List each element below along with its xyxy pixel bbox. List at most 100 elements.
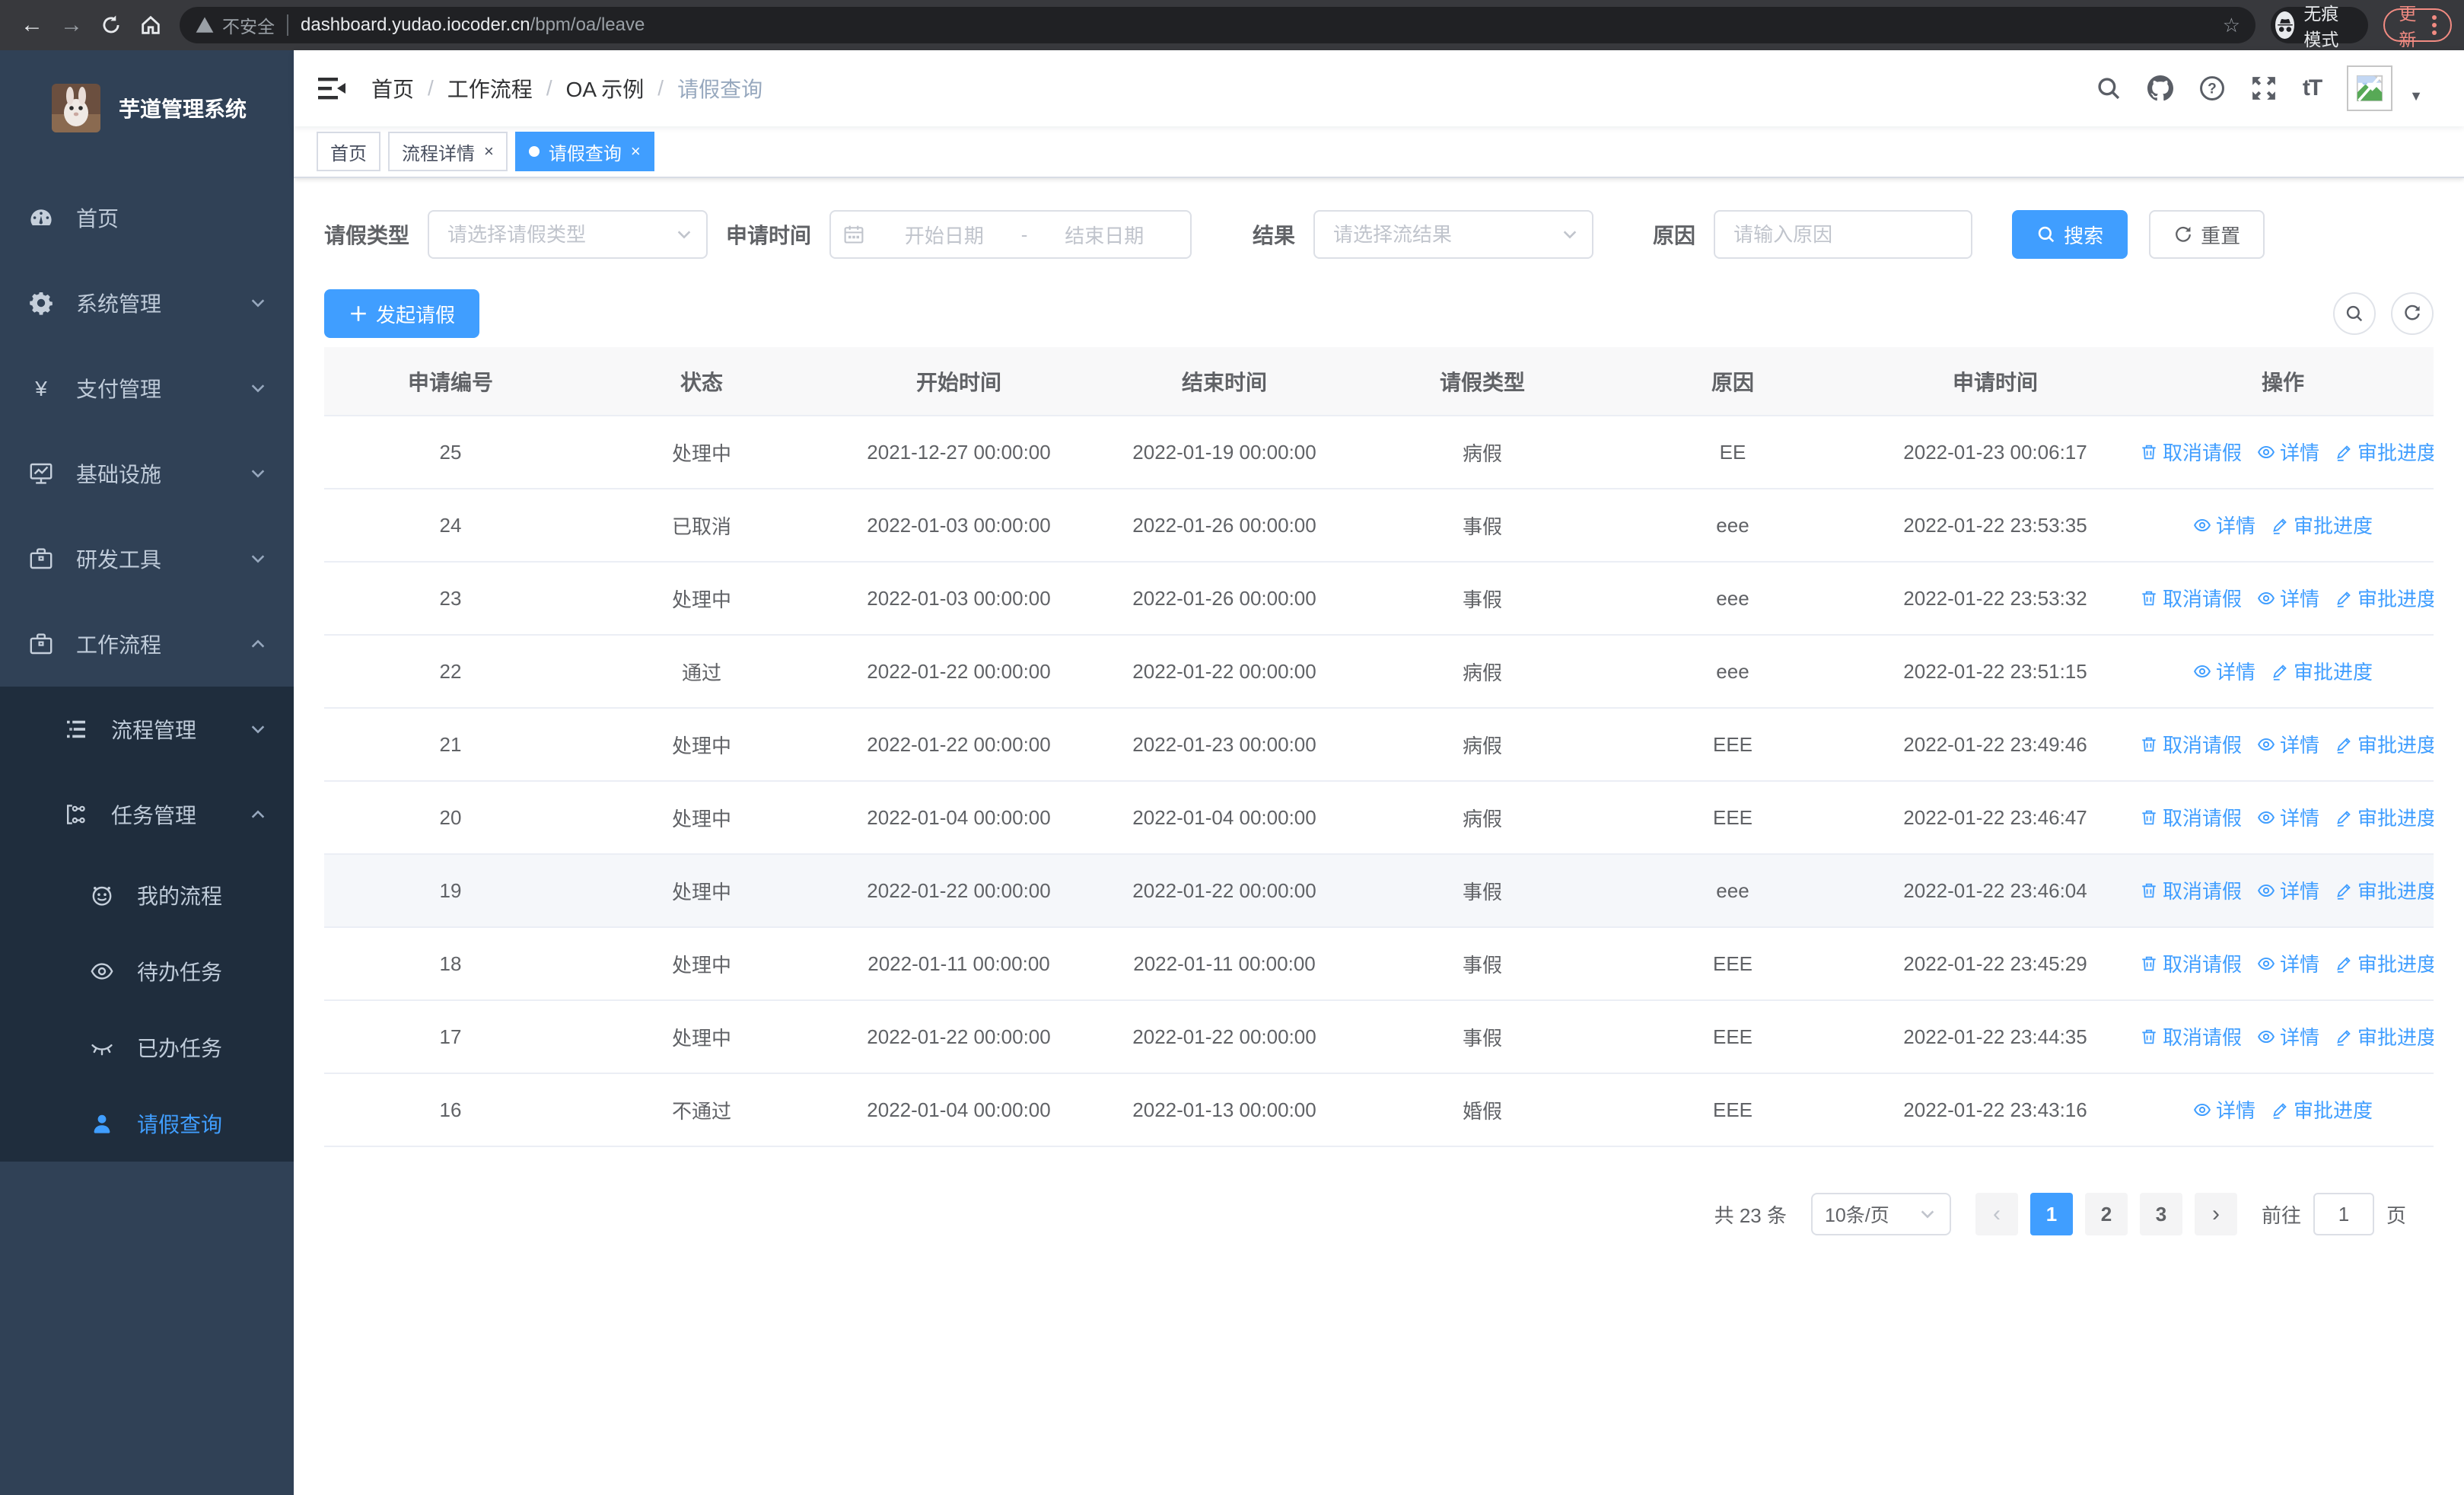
progress-link[interactable]: 审批进度 [2335, 876, 2434, 904]
cancel-leave-link[interactable]: 取消请假 [2140, 1022, 2242, 1050]
browser-back-icon[interactable]: ← [12, 5, 52, 45]
cell-start: 2022-01-04 00:00:00 [826, 781, 1091, 855]
progress-link[interactable]: 审批进度 [2335, 438, 2434, 466]
help-icon[interactable]: ? [2199, 75, 2225, 101]
progress-link[interactable]: 审批进度 [2335, 803, 2434, 831]
progress-link[interactable]: 审批进度 [2271, 1095, 2373, 1124]
leave-type-select[interactable] [428, 210, 708, 259]
detail-link[interactable]: 详情 [2257, 584, 2319, 612]
progress-link[interactable]: 审批进度 [2271, 657, 2373, 685]
progress-link[interactable]: 审批进度 [2335, 584, 2434, 612]
tab-home[interactable]: 首页 [317, 132, 380, 171]
progress-link[interactable]: 审批进度 [2335, 730, 2434, 758]
reason-input[interactable] [1714, 210, 1973, 259]
column-header: 结束时间 [1091, 347, 1358, 416]
page-3-button[interactable]: 3 [2139, 1193, 2182, 1235]
cell-apply_time: 2022-01-22 23:53:35 [1858, 489, 2132, 563]
goto-page-input[interactable] [2313, 1193, 2374, 1235]
search-button[interactable]: 搜索 [2012, 210, 2128, 259]
cancel-leave-link[interactable]: 取消请假 [2140, 876, 2242, 904]
sidebar-item-task-mgmt[interactable]: 任务管理 [0, 772, 294, 857]
cell-type: 事假 [1358, 489, 1607, 563]
sidebar-item-workflow[interactable]: 工作流程 [0, 601, 294, 687]
next-page-button[interactable]: › [2194, 1193, 2237, 1235]
browser-home-icon[interactable] [131, 5, 170, 45]
edit-icon [2271, 1101, 2289, 1119]
breadcrumb-item[interactable]: OA 示例 [566, 73, 645, 104]
cancel-leave-link[interactable]: 取消请假 [2140, 803, 2242, 831]
url-bar[interactable]: 不安全 dashboard.yudao.iocoder.cn/bpm/oa/le… [180, 7, 2255, 43]
sidebar-item-my-process[interactable]: 我的流程 [0, 857, 294, 933]
detail-link[interactable]: 详情 [2193, 511, 2255, 539]
prev-page-button[interactable]: ‹ [1975, 1193, 2018, 1235]
close-icon[interactable]: × [631, 142, 641, 161]
detail-link[interactable]: 详情 [2257, 876, 2319, 904]
sidebar-item-home[interactable]: 首页 [0, 175, 294, 260]
sidebar-item-label: 支付管理 [76, 378, 162, 401]
sidebar-item-todo-task[interactable]: 待办任务 [0, 933, 294, 1009]
progress-link[interactable]: 审批进度 [2335, 949, 2434, 977]
create-leave-button[interactable]: 发起请假 [324, 289, 480, 338]
reset-button[interactable]: 重置 [2149, 210, 2265, 259]
detail-link[interactable]: 详情 [2257, 730, 2319, 758]
detail-link[interactable]: 详情 [2193, 1095, 2255, 1124]
font-size-icon[interactable]: tT [2303, 75, 2322, 101]
trash-icon [2140, 881, 2158, 900]
breadcrumb-item: 请假查询 [677, 78, 763, 101]
column-header: 操作 [2132, 347, 2434, 416]
sidebar-item-devtools[interactable]: 研发工具 [0, 516, 294, 601]
avatar-caret-icon[interactable]: ▼ [2409, 88, 2423, 104]
progress-link[interactable]: 审批进度 [2335, 1022, 2434, 1050]
toggle-search-button[interactable] [2333, 292, 2376, 335]
breadcrumb-item[interactable]: 首页 [371, 73, 414, 104]
sidebar-item-done-task[interactable]: 已办任务 [0, 1009, 294, 1085]
cancel-leave-link[interactable]: 取消请假 [2140, 438, 2242, 466]
column-header: 原因 [1607, 347, 1858, 416]
fullscreen-icon[interactable] [2251, 75, 2277, 101]
apply-time-range-picker[interactable]: 开始日期 - 结束日期 [829, 210, 1192, 259]
cell-end: 2022-01-04 00:00:00 [1091, 781, 1358, 855]
header-search-icon[interactable] [2096, 75, 2122, 101]
hamburger-icon[interactable] [317, 73, 347, 104]
sidebar-item-payment[interactable]: ¥ 支付管理 [0, 346, 294, 431]
chevron-up-icon [250, 636, 266, 652]
eye-icon [2193, 516, 2211, 534]
page-size-select[interactable] [1810, 1193, 1951, 1235]
leave-type-label: 请假类型 [324, 224, 410, 247]
github-icon[interactable] [2147, 75, 2173, 101]
tab-leave-query[interactable]: 请假查询 × [514, 132, 654, 171]
sidebar-item-leave-query[interactable]: 请假查询 [0, 1085, 294, 1162]
avatar[interactable] [2347, 65, 2393, 111]
not-secure-warning[interactable]: 不安全 [195, 12, 275, 38]
browser-menu-icon[interactable] [2432, 15, 2437, 35]
tab-process-detail[interactable]: 流程详情 × [388, 132, 508, 171]
table-row: 17 处理中 2022-01-22 00:00:00 2022-01-22 00:00… [324, 1000, 2434, 1074]
cell-reason: EEE [1607, 1000, 1858, 1074]
detail-link[interactable]: 详情 [2257, 949, 2319, 977]
detail-link[interactable]: 详情 [2257, 803, 2319, 831]
sidebar-item-label: 已办任务 [137, 1037, 223, 1060]
refresh-table-button[interactable] [2391, 292, 2434, 335]
breadcrumb-item[interactable]: 工作流程 [447, 73, 533, 104]
cell-status: 处理中 [577, 562, 826, 636]
trash-icon [2140, 1028, 2158, 1046]
cancel-leave-link[interactable]: 取消请假 [2140, 730, 2242, 758]
detail-link[interactable]: 详情 [2257, 438, 2319, 466]
detail-link[interactable]: 详情 [2193, 657, 2255, 685]
progress-link[interactable]: 审批进度 [2271, 511, 2373, 539]
sidebar-item-system[interactable]: 系统管理 [0, 260, 294, 346]
detail-link[interactable]: 详情 [2257, 1022, 2319, 1050]
browser-reload-icon[interactable] [91, 5, 131, 45]
app-logo[interactable]: 芋道管理系统 [0, 50, 294, 166]
cancel-leave-link[interactable]: 取消请假 [2140, 584, 2242, 612]
result-select[interactable] [1313, 210, 1594, 259]
cancel-leave-link[interactable]: 取消请假 [2140, 949, 2242, 977]
sidebar-item-process-mgmt[interactable]: 流程管理 [0, 687, 294, 772]
browser-forward-icon[interactable]: → [52, 5, 91, 45]
close-icon[interactable]: × [484, 142, 494, 161]
chrome-update-button[interactable]: 更新 [2383, 4, 2452, 49]
sidebar-item-infra[interactable]: 基础设施 [0, 431, 294, 516]
bookmark-star-icon[interactable]: ☆ [2223, 14, 2240, 37]
page-2-button[interactable]: 2 [2084, 1193, 2128, 1235]
page-1-button[interactable]: 1 [2029, 1193, 2073, 1235]
